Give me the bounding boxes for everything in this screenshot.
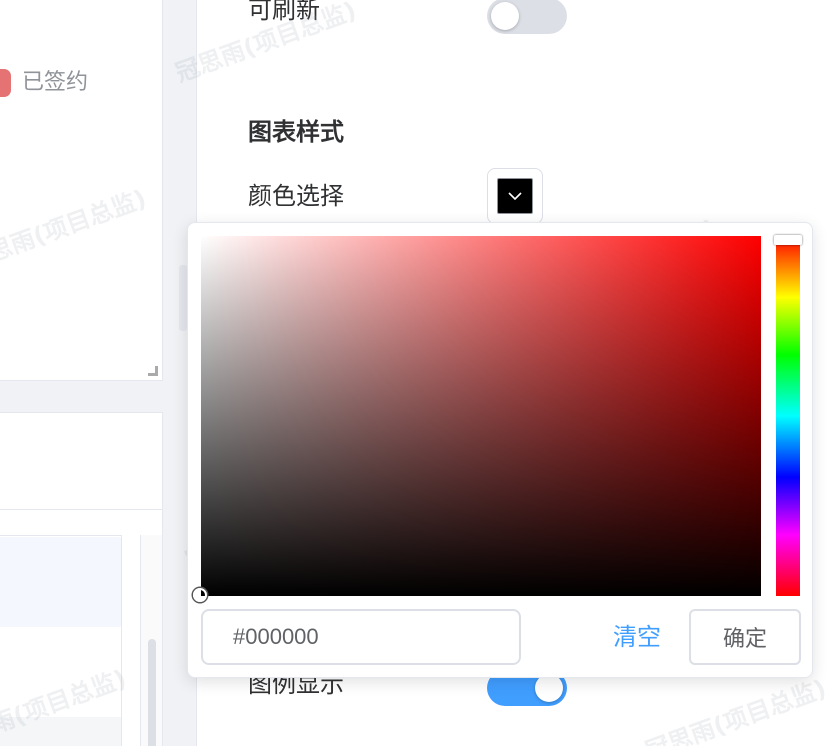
table-scrollbar[interactable] xyxy=(140,535,162,746)
color-cursor-handle[interactable] xyxy=(193,588,207,602)
card-divider xyxy=(0,509,162,510)
hue-slider[interactable] xyxy=(776,236,800,596)
legend-label: 已签约 xyxy=(22,70,89,95)
table-card xyxy=(0,412,163,746)
table-border xyxy=(0,535,121,536)
switch-knob xyxy=(535,674,563,702)
switch-knob xyxy=(491,2,519,30)
table-row[interactable] xyxy=(0,537,121,627)
confirm-button[interactable]: 确定 xyxy=(689,609,801,665)
refreshable-switch[interactable] xyxy=(487,0,567,34)
color-picker-dropdown: 清空 确定 xyxy=(187,222,813,678)
color-picker-trigger[interactable] xyxy=(487,168,543,224)
legend-color-marker xyxy=(0,69,11,97)
app-root: 已签约 可刷新 图表样式 颜色选择 图例显示 #000000 清空 确定 xyxy=(0,0,830,746)
chart-style-title: 图表样式 xyxy=(248,118,344,146)
refreshable-label: 可刷新 xyxy=(248,0,320,24)
value-gradient xyxy=(201,236,761,596)
chevron-down-icon xyxy=(508,192,522,201)
hue-slider-thumb[interactable] xyxy=(774,235,802,245)
color-swatch xyxy=(497,178,533,214)
chart-card: 已签约 xyxy=(0,0,163,381)
color-select-label: 颜色选择 xyxy=(248,182,344,210)
splitter-handle[interactable] xyxy=(179,265,187,331)
resize-handle-icon[interactable] xyxy=(148,366,158,376)
saturation-value-panel[interactable] xyxy=(201,236,761,596)
clear-button[interactable]: 清空 xyxy=(613,621,661,653)
hex-color-input[interactable] xyxy=(201,609,521,665)
table-row[interactable] xyxy=(0,717,121,746)
scrollbar-thumb[interactable] xyxy=(148,639,156,746)
data-table xyxy=(0,535,122,746)
